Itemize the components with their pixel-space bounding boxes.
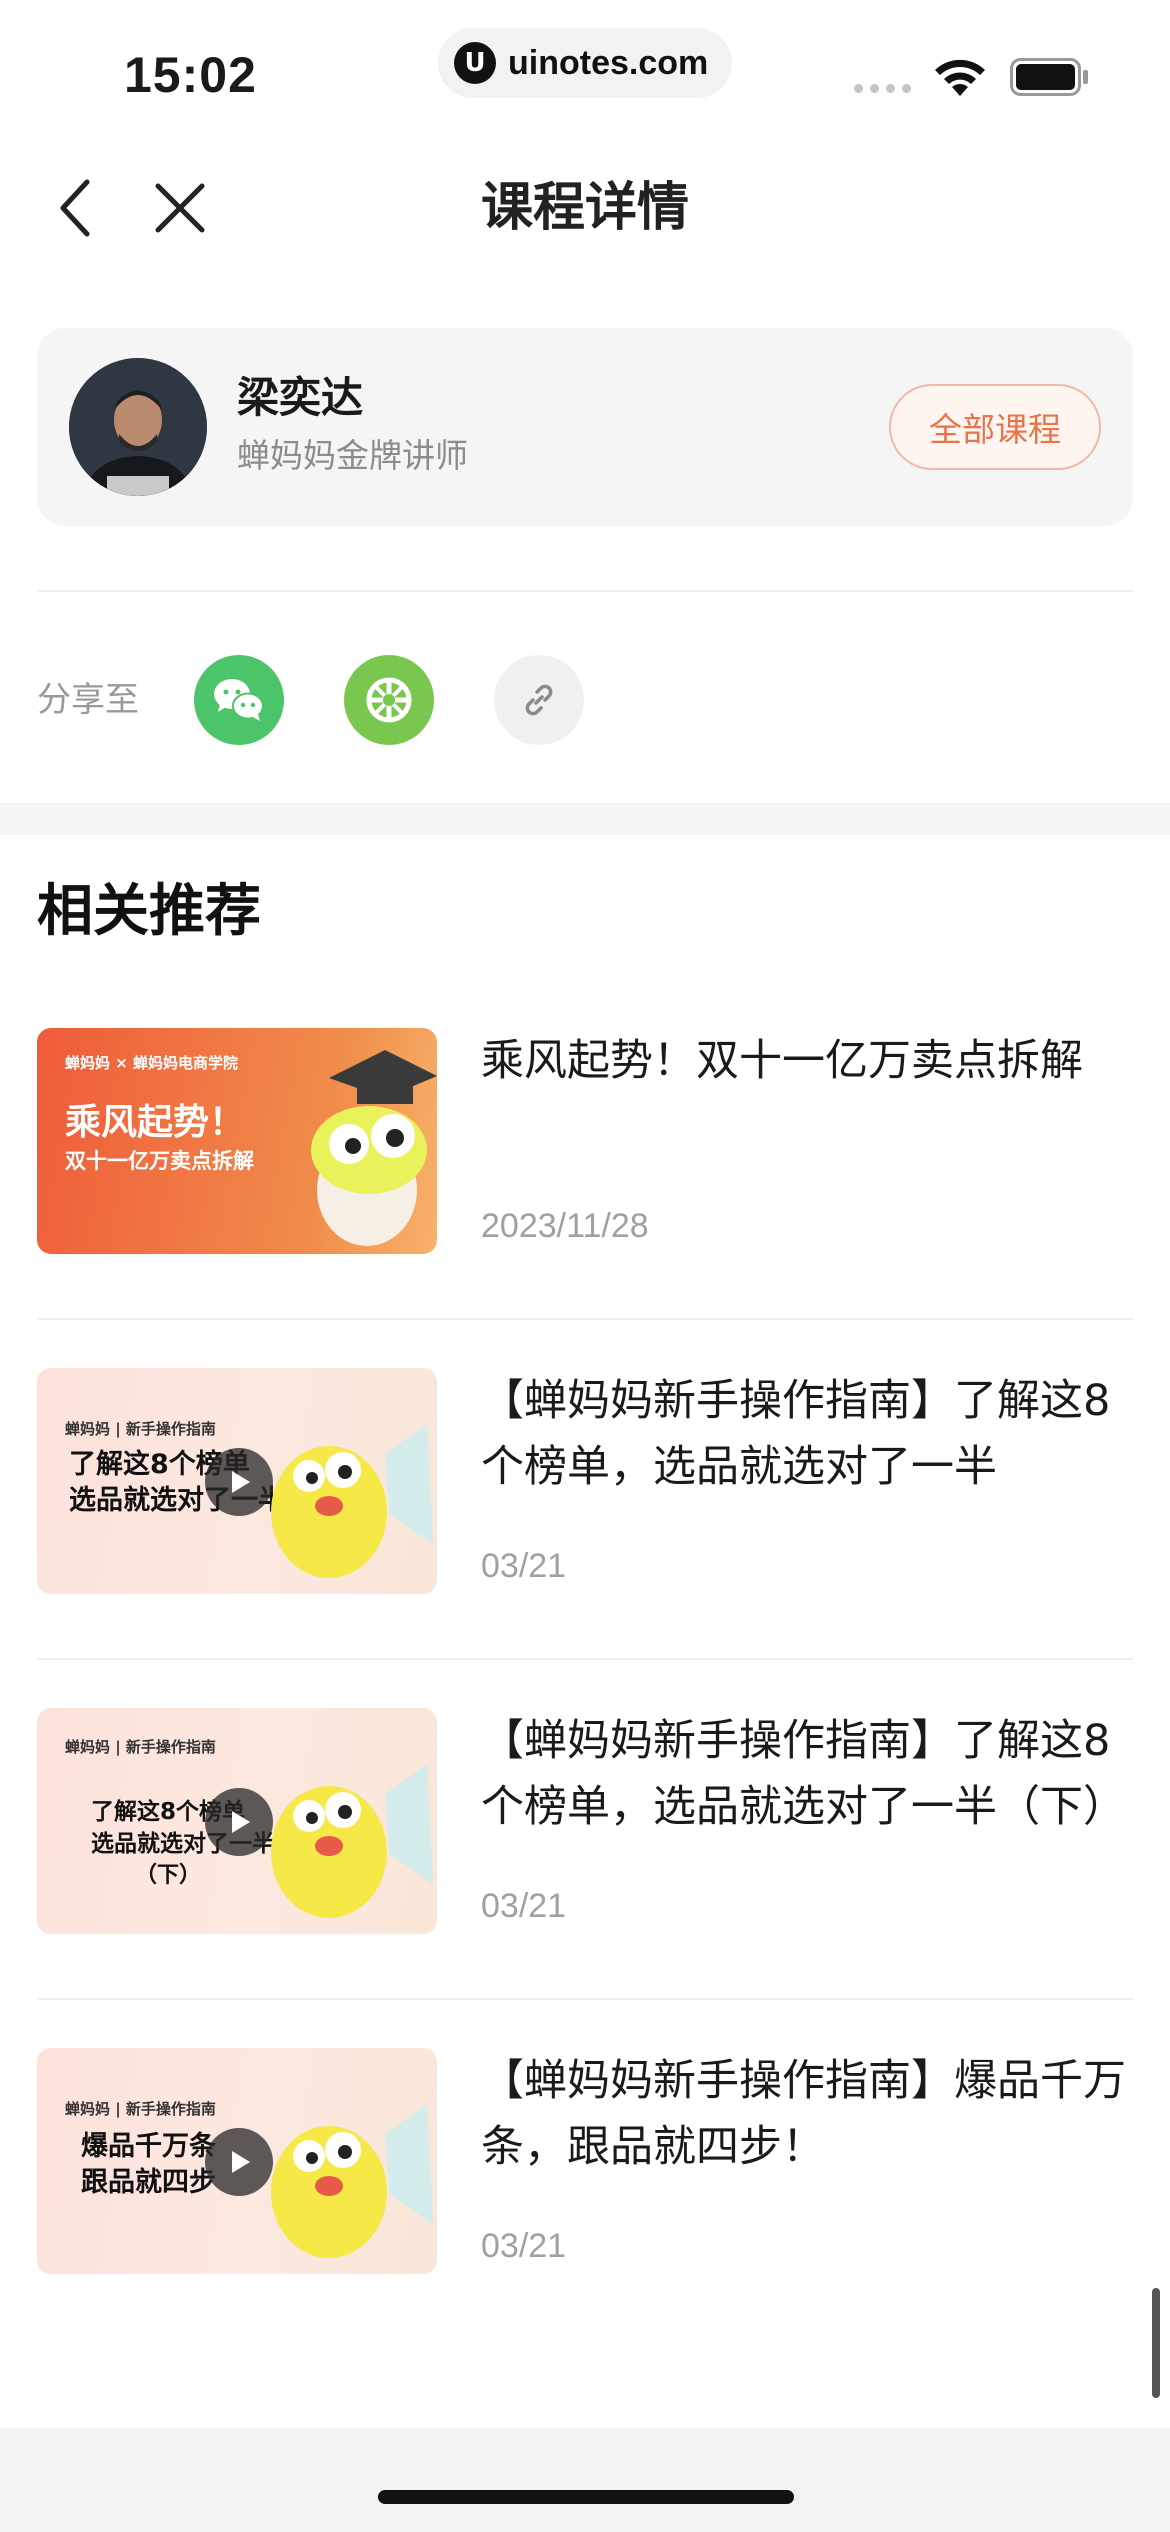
course-date: 03/21 [481,2227,567,2265]
course-item[interactable]: 蝉妈妈 | 新手操作指南 了解这8个榜单 选品就选对了一半 【蝉妈妈新手操作指南… [37,1368,1133,1594]
course-item[interactable]: 蝉妈妈 | 新手操作指南 了解这8个榜单 选品就选对了一半 （下） 【蝉妈妈新手… [37,1708,1133,1934]
battery-icon [1010,58,1088,96]
course-title: 乘风起势！双十一亿万卖点拆解 [481,1036,1083,1086]
cellular-signal-icon [854,84,911,93]
wifi-icon [935,59,985,96]
course-date: 03/21 [481,1887,567,1925]
course-item[interactable]: 蝉妈妈 | 新手操作指南 爆品千万条 跟品就四步 【蝉妈妈新手操作指南】爆品千万… [37,2048,1133,2274]
share-moments-button[interactable] [344,655,434,745]
play-icon [205,1448,273,1516]
course-date: 03/21 [481,1547,567,1585]
scrollbar[interactable] [1152,2288,1160,2398]
course-thumbnail: 蝉妈妈 | 新手操作指南 了解这8个榜单 选品就选对了一半 （下） [37,1708,437,1934]
section-title: 相关推荐 [37,879,261,944]
section-gap [0,803,1170,835]
course-title: 【蝉妈妈新手操作指南】爆品千万条，跟品就四步！ [481,2056,1126,2172]
course-thumbnail: 蝉妈妈 × 蝉妈妈电商学院 乘风起势！ 双十一亿万卖点拆解 [37,1028,437,1254]
course-item[interactable]: 蝉妈妈 × 蝉妈妈电商学院 乘风起势！ 双十一亿万卖点拆解 乘风起势！双十一亿万… [37,1028,1133,1254]
mascot-illustration [311,1050,437,1246]
divider [37,1658,1133,1660]
teacher-title: 蝉妈妈金牌讲师 [237,436,468,475]
share-label: 分享至 [37,680,139,720]
course-thumbnail: 蝉妈妈 | 新手操作指南 爆品千万条 跟品就四步 [37,2048,437,2274]
status-time: 15:02 [124,47,257,103]
play-icon [205,1788,273,1856]
course-title: 【蝉妈妈新手操作指南】了解这8个榜单，选品就选对了一半（下） [481,1716,1126,1832]
wechat-icon [214,679,264,721]
mascot-illustration [271,1764,433,1918]
divider [37,1318,1133,1320]
divider [37,1998,1133,2000]
bottom-bar [0,2428,1170,2532]
page-title: 课程详情 [480,178,689,238]
copy-link-button[interactable] [494,655,584,745]
divider [37,590,1133,592]
status-bar: 15:02 U uinotes.com [0,0,1170,130]
course-title: 【蝉妈妈新手操作指南】了解这8个榜单，选品就选对了一半 [481,1376,1111,1492]
url-pill[interactable]: U uinotes.com [438,28,732,98]
mascot-illustration [271,1424,433,1578]
mascot-illustration [271,2104,433,2258]
all-courses-button[interactable]: 全部课程 [889,384,1101,470]
teacher-card[interactable]: 梁奕达 蝉妈妈金牌讲师 全部课程 [37,328,1133,526]
url-text: uinotes.com [508,43,709,82]
share-wechat-button[interactable] [194,655,284,745]
avatar [69,358,207,496]
course-thumbnail: 蝉妈妈 | 新手操作指南 了解这8个榜单 选品就选对了一半 [37,1368,437,1594]
teacher-name: 梁奕达 [237,373,364,422]
course-date: 2023/11/28 [481,1207,649,1245]
link-icon [525,684,553,716]
moments-icon [366,677,412,723]
home-indicator[interactable] [378,2490,794,2504]
site-logo-icon: U [454,42,496,84]
play-icon [205,2128,273,2196]
